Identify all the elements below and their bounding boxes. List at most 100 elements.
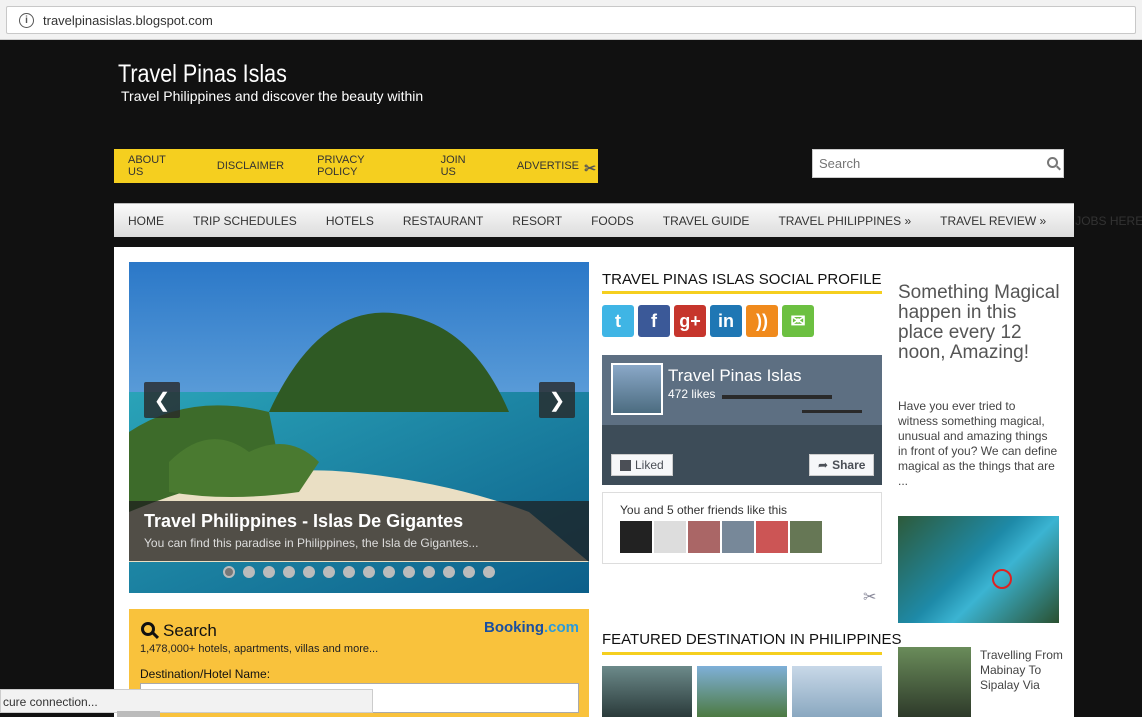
sidebar-link[interactable]: Travelling From Mabinay To Sipalay Via bbox=[980, 648, 1070, 693]
image-slider: ❮ ❯ Travel Philippines - Islas De Gigant… bbox=[129, 262, 589, 593]
site-tagline: Travel Philippines and discover the beau… bbox=[121, 88, 424, 104]
nav-travel-guide[interactable]: TRAVEL GUIDE bbox=[663, 214, 750, 228]
circle-marker-icon bbox=[992, 569, 1012, 589]
nav-hotels[interactable]: HOTELS bbox=[326, 214, 374, 228]
search-box bbox=[812, 149, 1064, 178]
friend-avatar[interactable] bbox=[722, 521, 754, 553]
browser-toolbar: i travelpinasislas.blogspot.com bbox=[0, 0, 1142, 40]
friend-avatar[interactable] bbox=[790, 521, 822, 553]
top-nav: ABOUT US DISCLAIMER PRIVACY POLICY JOIN … bbox=[114, 149, 598, 183]
slider-dot[interactable] bbox=[343, 566, 355, 578]
slider-dots bbox=[129, 566, 589, 584]
featured-thumb[interactable] bbox=[792, 666, 882, 717]
booking-subtitle: 1,478,000+ hotels, apartments, villas an… bbox=[140, 643, 379, 655]
slider-dot[interactable] bbox=[463, 566, 475, 578]
slider-dot[interactable] bbox=[263, 566, 275, 578]
sidebar-headline[interactable]: Something Magical happen in this place e… bbox=[898, 283, 1063, 363]
site-title[interactable]: Travel Pinas Islas bbox=[118, 60, 287, 89]
featured-thumbs bbox=[602, 666, 882, 717]
sidebar-body: Have you ever tried to witness something… bbox=[898, 399, 1058, 488]
slider-dot[interactable] bbox=[283, 566, 295, 578]
destination-label: Destination/Hotel Name: bbox=[140, 667, 271, 681]
slide-title[interactable]: Travel Philippines - Islas De Gigantes bbox=[144, 511, 463, 532]
fb-liked-button[interactable]: Liked bbox=[611, 454, 673, 476]
facebook-page-box: Travel Pinas Islas 472 likes Liked ➦ Shar… bbox=[602, 355, 882, 485]
booking-logo[interactable]: Booking.com bbox=[484, 619, 579, 636]
twitter-icon[interactable]: t bbox=[602, 305, 634, 337]
main-nav: HOME TRIP SCHEDULES HOTELS RESTAURANT RE… bbox=[114, 203, 1142, 237]
nav-travel-philippines[interactable]: TRAVEL PHILIPPINES » bbox=[778, 214, 911, 228]
featured-thumb[interactable] bbox=[697, 666, 787, 717]
nav-restaurant[interactable]: RESTAURANT bbox=[403, 214, 483, 228]
fb-friends-text: You and 5 other friends like this bbox=[620, 503, 787, 517]
sidebar-image[interactable] bbox=[898, 516, 1059, 623]
friend-avatar[interactable] bbox=[620, 521, 652, 553]
fb-page-name[interactable]: Travel Pinas Islas bbox=[668, 366, 802, 386]
slider-dot[interactable] bbox=[363, 566, 375, 578]
featured-heading: FEATURED DESTINATION IN PHILIPPINES bbox=[602, 631, 902, 648]
top-nav-join[interactable]: JOIN US bbox=[441, 154, 484, 178]
slider-dot[interactable] bbox=[443, 566, 455, 578]
social-heading: TRAVEL PINAS ISLAS SOCIAL PROFILE bbox=[602, 271, 882, 288]
friend-avatar[interactable] bbox=[756, 521, 788, 553]
nav-jobs-here[interactable]: JOBS HERE » bbox=[1075, 214, 1142, 228]
status-bar: cure connection... bbox=[0, 689, 373, 713]
fb-liked-label: Liked bbox=[635, 458, 664, 472]
share-icon: ➦ bbox=[818, 458, 829, 472]
top-nav-advertise[interactable]: ADVERTISE bbox=[517, 160, 579, 172]
fb-share-label: Share bbox=[832, 458, 866, 472]
slider-dot[interactable] bbox=[323, 566, 335, 578]
slide-caption: Travel Philippines - Islas De Gigantes Y… bbox=[129, 501, 589, 561]
info-icon[interactable]: i bbox=[19, 12, 34, 28]
slider-dot[interactable] bbox=[223, 566, 235, 578]
slider-dot[interactable] bbox=[383, 566, 395, 578]
search-input[interactable] bbox=[813, 150, 1033, 177]
nav-foods[interactable]: FOODS bbox=[591, 214, 634, 228]
wrench-icon[interactable]: ✂ bbox=[584, 160, 596, 177]
slider-dot[interactable] bbox=[403, 566, 415, 578]
slide-title-a: Travel Philippines bbox=[144, 511, 298, 531]
facebook-icon bbox=[620, 459, 631, 471]
slider-dot[interactable] bbox=[243, 566, 255, 578]
address-bar[interactable]: i travelpinasislas.blogspot.com bbox=[6, 6, 1136, 34]
featured-heading-line bbox=[602, 652, 882, 655]
top-nav-disclaimer[interactable]: DISCLAIMER bbox=[217, 160, 284, 172]
social-icons: t f g+ in)) ✉ bbox=[602, 305, 814, 337]
content-area: ❮ ❯ Travel Philippines - Islas De Gigant… bbox=[114, 247, 1074, 717]
slider-dot[interactable] bbox=[483, 566, 495, 578]
email-icon[interactable]: ✉ bbox=[782, 305, 814, 337]
slider-dot[interactable] bbox=[303, 566, 315, 578]
facebook-icon[interactable]: f bbox=[638, 305, 670, 337]
booking-logo-a: Booking bbox=[483, 619, 544, 636]
top-nav-about[interactable]: ABOUT US bbox=[128, 154, 184, 178]
nav-trip-schedules[interactable]: TRIP SCHEDULES bbox=[193, 214, 297, 228]
booking-title: Search bbox=[163, 621, 217, 640]
search-icon bbox=[141, 622, 155, 636]
slider-next-button[interactable]: ❯ bbox=[539, 382, 575, 418]
slider-prev-button[interactable]: ❮ bbox=[144, 382, 180, 418]
top-nav-privacy[interactable]: PRIVACY POLICY bbox=[317, 154, 407, 178]
slider-dot[interactable] bbox=[423, 566, 435, 578]
page: Travel Pinas Islas Travel Philippines an… bbox=[0, 40, 1142, 717]
nav-resort[interactable]: RESORT bbox=[512, 214, 562, 228]
friend-avatar[interactable] bbox=[654, 521, 686, 553]
fb-like-count: 472 likes bbox=[668, 387, 716, 401]
linkedin-icon[interactable]: in bbox=[710, 305, 742, 337]
fb-page-avatar[interactable] bbox=[611, 363, 663, 415]
rss-icon[interactable]: )) bbox=[746, 305, 778, 337]
url-text: travelpinasislas.blogspot.com bbox=[43, 12, 213, 28]
booking-logo-b: .com bbox=[543, 619, 579, 636]
sidebar-thumb[interactable] bbox=[898, 647, 971, 717]
google-plus-icon[interactable]: g+ bbox=[674, 305, 706, 337]
wrench-icon[interactable]: ✂ bbox=[863, 587, 876, 607]
slide-title-b: - Islas De Gigantes bbox=[297, 511, 464, 531]
nav-travel-review[interactable]: TRAVEL REVIEW » bbox=[940, 214, 1046, 228]
featured-thumb[interactable] bbox=[602, 666, 692, 717]
friend-avatar[interactable] bbox=[688, 521, 720, 553]
search-icon[interactable] bbox=[1047, 157, 1058, 168]
slide-subtitle: You can find this paradise in Philippine… bbox=[144, 536, 479, 550]
fb-share-button[interactable]: ➦ Share bbox=[809, 454, 875, 476]
social-heading-line bbox=[602, 291, 882, 294]
nav-home[interactable]: HOME bbox=[128, 214, 164, 228]
horizontal-scrollbar[interactable] bbox=[117, 711, 160, 717]
